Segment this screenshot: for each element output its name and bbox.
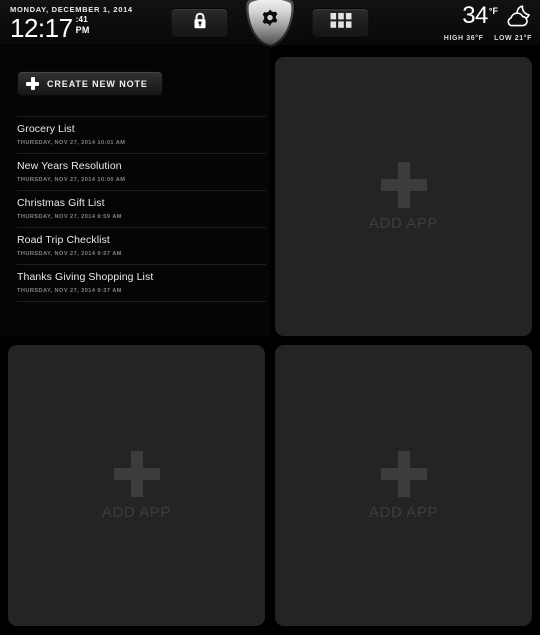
- notes-list: Grocery List THURSDAY, NOV 27, 2014 10:0…: [17, 116, 266, 302]
- plus-icon: [380, 161, 427, 208]
- list-item[interactable]: Thanks Giving Shopping List THURSDAY, NO…: [17, 265, 266, 302]
- plus-icon: [380, 450, 427, 497]
- center-control-cluster: [170, 0, 370, 48]
- time-hours-minutes: 12:17: [10, 13, 73, 43]
- note-title: Road Trip Checklist: [17, 234, 110, 246]
- time-secondary: :41 PM: [75, 15, 90, 36]
- moon-cloud-icon: [502, 5, 532, 32]
- note-timestamp: THURSDAY, NOV 27, 2014 9:37 AM: [17, 288, 122, 294]
- list-item[interactable]: Grocery List THURSDAY, NOV 27, 2014 10:0…: [17, 116, 266, 154]
- lock-button[interactable]: [170, 8, 229, 38]
- weather-temperature: 34: [462, 2, 488, 29]
- weather-low: LOW 21°F: [494, 35, 532, 42]
- note-title: Thanks Giving Shopping List: [17, 271, 154, 283]
- top-bar: MONDAY, DECEMBER 1, 2014 12:17 :41 PM 34…: [0, 0, 540, 48]
- note-timestamp: THURSDAY, NOV 27, 2014 9:59 AM: [17, 214, 122, 220]
- plus-icon: [26, 77, 39, 90]
- add-app-label: ADD APP: [368, 503, 439, 521]
- create-new-note-label: CREATE NEW NOTE: [47, 78, 148, 89]
- note-timestamp: THURSDAY, NOV 27, 2014 10:01 AM: [17, 140, 126, 146]
- weather-widget[interactable]: 34 °F HIGH 36°F LOW 21°F: [444, 4, 532, 43]
- clock: MONDAY, DECEMBER 1, 2014 12:17 :41 PM: [10, 5, 133, 41]
- apps-grid-button[interactable]: [311, 8, 370, 38]
- list-item[interactable]: Christmas Gift List THURSDAY, NOV 27, 20…: [17, 191, 266, 228]
- add-app-label: ADD APP: [101, 503, 172, 521]
- add-app-panel[interactable]: ADD APP: [275, 57, 532, 336]
- create-new-note-button[interactable]: CREATE NEW NOTE: [17, 71, 163, 96]
- add-app-label: ADD APP: [368, 214, 439, 232]
- weather-current: 34 °F: [444, 4, 532, 32]
- time-display: 12:17 :41 PM: [10, 15, 133, 41]
- time-ampm: PM: [75, 25, 90, 35]
- note-title: Christmas Gift List: [17, 197, 105, 209]
- note-timestamp: THURSDAY, NOV 27, 2014 10:00 AM: [17, 177, 126, 183]
- grid-icon: [330, 13, 351, 33]
- note-title: Grocery List: [17, 123, 75, 135]
- time-seconds: :41: [75, 15, 89, 24]
- lock-icon: [192, 12, 207, 35]
- gear-icon: [243, 0, 298, 49]
- weather-high: HIGH 36°F: [443, 35, 484, 42]
- add-app-panel[interactable]: ADD APP: [8, 345, 265, 626]
- note-timestamp: THURSDAY, NOV 27, 2014 9:57 AM: [17, 251, 122, 257]
- add-app-panel[interactable]: ADD APP: [275, 345, 532, 626]
- settings-shield-button[interactable]: [243, 0, 298, 49]
- plus-icon: [113, 450, 160, 497]
- list-item[interactable]: Road Trip Checklist THURSDAY, NOV 27, 20…: [17, 228, 266, 265]
- note-title: New Years Resolution: [17, 160, 122, 172]
- notes-panel: CREATE NEW NOTE Grocery List THURSDAY, N…: [0, 46, 270, 377]
- weather-unit: °F: [488, 6, 498, 16]
- weather-high-low: HIGH 36°F LOW 21°F: [444, 35, 532, 42]
- list-item[interactable]: New Years Resolution THURSDAY, NOV 27, 2…: [17, 154, 266, 191]
